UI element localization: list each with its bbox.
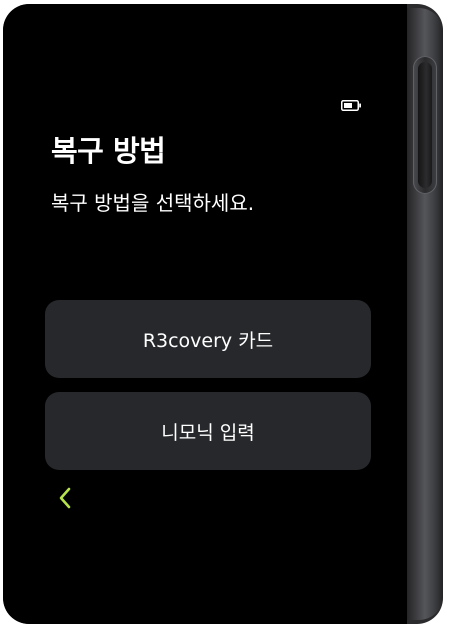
page-subtitle: 복구 방법을 선택하세요. [51,191,255,215]
recovery-card-button-label: R3covery 카드 [142,329,274,352]
device-side-button[interactable] [413,56,437,194]
device-screen: 복구 방법 복구 방법을 선택하세요. R3covery 카드 니모닉 입력 [3,4,407,624]
mnemonic-input-button[interactable]: 니모닉 입력 [45,392,371,470]
page-title: 복구 방법 [51,134,166,168]
hardware-device: 복구 방법 복구 방법을 선택하세요. R3covery 카드 니모닉 입력 [3,4,443,624]
mnemonic-input-button-label: 니모닉 입력 [161,421,255,444]
back-button[interactable] [51,484,79,512]
chevron-left-icon [59,487,71,509]
recovery-card-button[interactable]: R3covery 카드 [45,300,371,378]
battery-icon [341,100,361,111]
